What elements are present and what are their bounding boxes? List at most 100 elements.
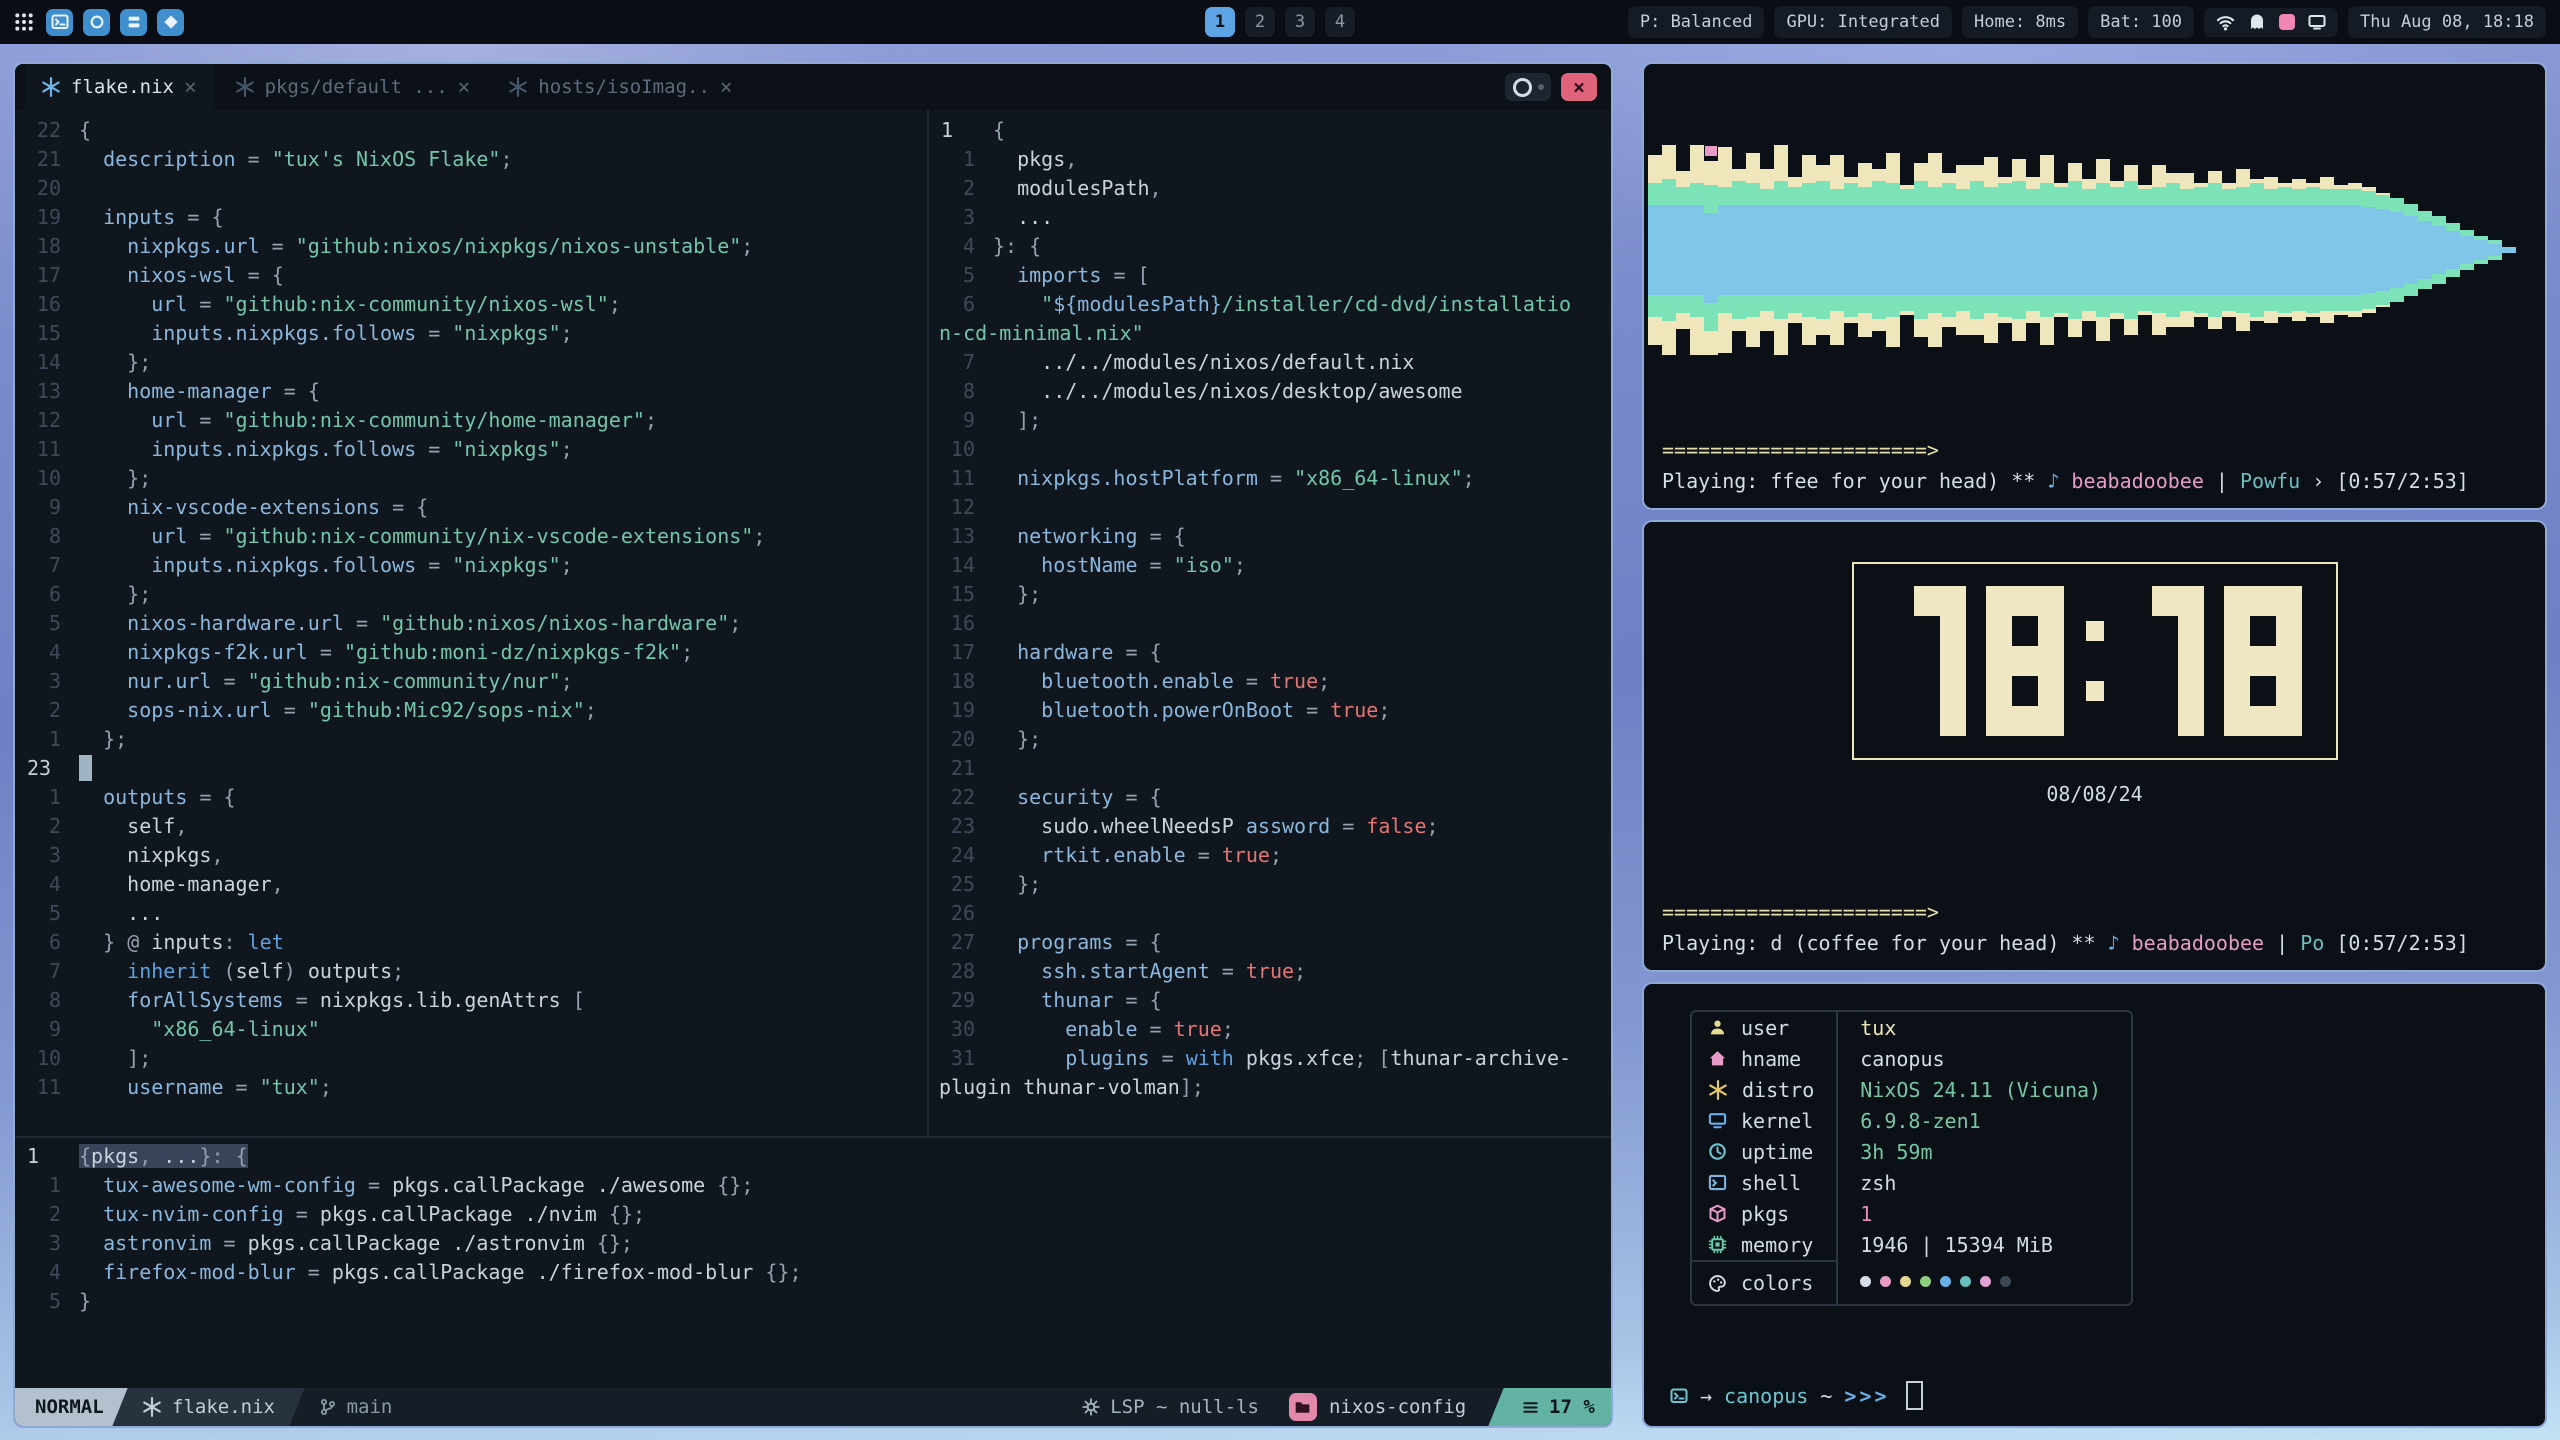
code-line[interactable]: 26 — [929, 899, 1611, 928]
code-line[interactable]: 5 ... — [15, 899, 927, 928]
tab-close-icon[interactable]: × — [720, 75, 733, 99]
code-line[interactable]: plugin thunar-volman]; — [929, 1073, 1611, 1102]
tab-flake.nix[interactable]: flake.nix× — [25, 64, 213, 110]
code-line[interactable]: 20 — [15, 174, 927, 203]
code-line[interactable]: 29 thunar = { — [929, 986, 1611, 1015]
code-line[interactable]: 13 home-manager = { — [15, 377, 927, 406]
code-line[interactable]: 22{ — [15, 116, 927, 145]
code-line[interactable]: 4 nixpkgs-f2k.url = "github:moni-dz/nixp… — [15, 638, 927, 667]
code-line[interactable]: 7 inherit (self) outputs; — [15, 957, 927, 986]
code-line[interactable]: 14 hostName = "iso"; — [929, 551, 1611, 580]
workspace-tag-2[interactable]: 2 — [1245, 7, 1275, 37]
code-line[interactable]: 3 astronvim = pkgs.callPackage ./astronv… — [15, 1229, 1611, 1258]
code-line[interactable]: 24 rtkit.enable = true; — [929, 841, 1611, 870]
editor-pane-iso[interactable]: 1{1 pkgs,2 modulesPath,3 ...4}: {5 impor… — [929, 110, 1611, 1136]
code-line[interactable]: 6 } @ inputs: let — [15, 928, 927, 957]
code-line[interactable]: 8 ../../modules/nixos/desktop/awesome — [929, 377, 1611, 406]
code-line[interactable]: 9 "x86_64-linux" — [15, 1015, 927, 1044]
shell-prompt[interactable]: → canopus ~ >>> — [1644, 1381, 2545, 1426]
code-line[interactable]: 22 security = { — [929, 783, 1611, 812]
code-line[interactable]: 17 hardware = { — [929, 638, 1611, 667]
record-icon[interactable] — [2279, 14, 2295, 30]
code-line[interactable]: 10 — [929, 435, 1611, 464]
code-line[interactable]: 10 }; — [15, 464, 927, 493]
code-line[interactable]: 8 url = "github:nix-community/nix-vscode… — [15, 522, 927, 551]
code-line[interactable]: 3 ... — [929, 203, 1611, 232]
code-line[interactable]: 28 ssh.startAgent = true; — [929, 957, 1611, 986]
code-line[interactable]: 23 — [15, 754, 927, 783]
code-line[interactable]: 18 bluetooth.enable = true; — [929, 667, 1611, 696]
editor-pane-flake[interactable]: 22{21 description = "tux's NixOS Flake";… — [15, 110, 927, 1136]
code-line[interactable]: 1 tux-awesome-wm-config = pkgs.callPacka… — [15, 1171, 1611, 1200]
code-line[interactable]: 11 nixpkgs.hostPlatform = "x86_64-linux"… — [929, 464, 1611, 493]
code-line[interactable]: 13 networking = { — [929, 522, 1611, 551]
code-line[interactable]: 30 enable = true; — [929, 1015, 1611, 1044]
tab-close-icon[interactable]: × — [184, 75, 197, 99]
code-line[interactable]: 15 }; — [929, 580, 1611, 609]
workspace-tag-1[interactable]: 1 — [1205, 7, 1235, 37]
code-line[interactable]: 1{pkgs, ...}: { — [15, 1142, 1611, 1171]
code-line[interactable]: 3 nur.url = "github:nix-community/nur"; — [15, 667, 927, 696]
toggle-button[interactable] — [1505, 73, 1551, 101]
code-line[interactable]: 12 — [929, 493, 1611, 522]
code-line[interactable]: 5 nixos-hardware.url = "github:nixos/nix… — [15, 609, 927, 638]
code-line[interactable]: 27 programs = { — [929, 928, 1611, 957]
workspace-tag-4[interactable]: 4 — [1325, 7, 1355, 37]
code-line[interactable]: 1 outputs = { — [15, 783, 927, 812]
code-line[interactable]: 1 pkgs, — [929, 145, 1611, 174]
taskbar-app-1-icon[interactable] — [46, 9, 73, 36]
code-line[interactable]: 6 "${modulesPath}/installer/cd-dvd/insta… — [929, 290, 1611, 319]
code-line[interactable]: 19 inputs = { — [15, 203, 927, 232]
code-line[interactable]: 8 forAllSystems = nixpkgs.lib.genAttrs [ — [15, 986, 927, 1015]
code-line[interactable]: 16 url = "github:nix-community/nixos-wsl… — [15, 290, 927, 319]
code-line[interactable]: 2 modulesPath, — [929, 174, 1611, 203]
code-line[interactable]: 19 bluetooth.powerOnBoot = true; — [929, 696, 1611, 725]
code-line[interactable]: 2 self, — [15, 812, 927, 841]
code-line[interactable]: 17 nixos-wsl = { — [15, 261, 927, 290]
code-line[interactable]: 18 nixpkgs.url = "github:nixos/nixpkgs/n… — [15, 232, 927, 261]
code-line[interactable]: 7 ../../modules/nixos/default.nix — [929, 348, 1611, 377]
code-line[interactable]: 4 home-manager, — [15, 870, 927, 899]
code-line[interactable]: 21 description = "tux's NixOS Flake"; — [15, 145, 927, 174]
taskbar-app-2-icon[interactable] — [83, 9, 110, 36]
ghost-icon[interactable] — [2248, 13, 2266, 31]
app-launcher-grid-icon[interactable] — [14, 12, 34, 32]
code-line[interactable]: 11 username = "tux"; — [15, 1073, 927, 1102]
code-line[interactable]: 14 }; — [15, 348, 927, 377]
code-line[interactable]: 3 nixpkgs, — [15, 841, 927, 870]
window-close-button[interactable]: × — [1561, 73, 1597, 101]
code-line[interactable]: 2 tux-nvim-config = pkgs.callPackage ./n… — [15, 1200, 1611, 1229]
code-line[interactable]: 31 plugins = with pkgs.xfce; [thunar-arc… — [929, 1044, 1611, 1073]
code-line[interactable]: 11 inputs.nixpkgs.follows = "nixpkgs"; — [15, 435, 927, 464]
code-line[interactable]: 5} — [15, 1287, 1611, 1316]
screen-icon[interactable] — [2308, 13, 2326, 31]
code-line[interactable]: n-cd-minimal.nix" — [929, 319, 1611, 348]
code-line[interactable]: 25 }; — [929, 870, 1611, 899]
code-line[interactable]: 15 inputs.nixpkgs.follows = "nixpkgs"; — [15, 319, 927, 348]
tab-hosts/isoImag..[interactable]: hosts/isoImag..× — [492, 64, 748, 110]
code-line[interactable]: 9 ]; — [929, 406, 1611, 435]
code-line[interactable]: 5 imports = [ — [929, 261, 1611, 290]
code-line[interactable]: 4}: { — [929, 232, 1611, 261]
wifi-icon[interactable] — [2216, 13, 2235, 32]
code-line[interactable]: 2 sops-nix.url = "github:Mic92/sops-nix"… — [15, 696, 927, 725]
editor-pane-default[interactable]: 1{pkgs, ...}: {1 tux-awesome-wm-config =… — [15, 1136, 1611, 1388]
tab-close-icon[interactable]: × — [458, 75, 471, 99]
code-line[interactable]: 10 ]; — [15, 1044, 927, 1073]
taskbar-app-4-icon[interactable] — [157, 9, 184, 36]
code-line[interactable]: 16 — [929, 609, 1611, 638]
code-line[interactable]: 21 — [929, 754, 1611, 783]
code-line[interactable]: 12 url = "github:nix-community/home-mana… — [15, 406, 927, 435]
code-line[interactable]: 6 }; — [15, 580, 927, 609]
taskbar-app-3-icon[interactable] — [120, 9, 147, 36]
tab-pkgs/default ...[interactable]: pkgs/default ...× — [219, 64, 487, 110]
workspace-tag-3[interactable]: 3 — [1285, 7, 1315, 37]
code-line[interactable]: 4 firefox-mod-blur = pkgs.callPackage ./… — [15, 1258, 1611, 1287]
code-line[interactable]: 1{ — [929, 116, 1611, 145]
code-line[interactable]: 23 sudo.wheelNeedsP assword = false; — [929, 812, 1611, 841]
code-line[interactable]: 20 }; — [929, 725, 1611, 754]
code-line[interactable]: 1 }; — [15, 725, 927, 754]
clock-date: 08/08/24 — [2046, 782, 2142, 806]
code-line[interactable]: 9 nix-vscode-extensions = { — [15, 493, 927, 522]
code-line[interactable]: 7 inputs.nixpkgs.follows = "nixpkgs"; — [15, 551, 927, 580]
